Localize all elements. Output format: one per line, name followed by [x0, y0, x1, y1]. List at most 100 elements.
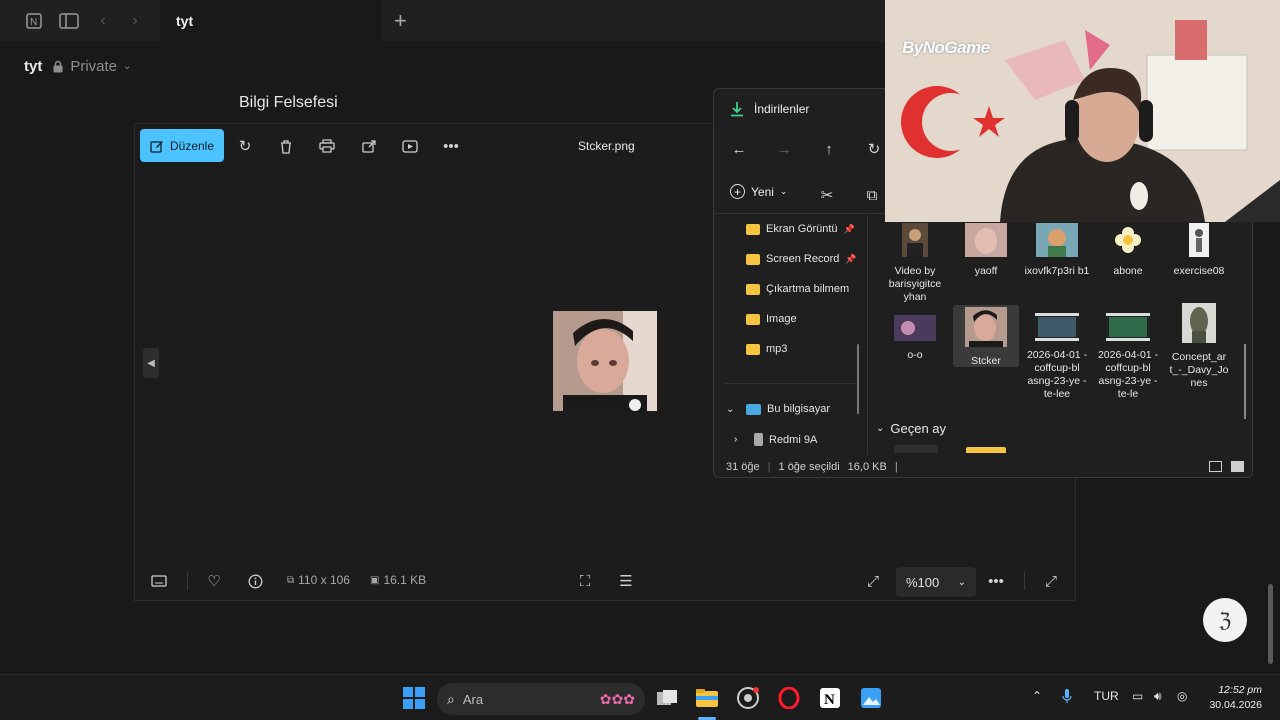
image-thumb-icon: [965, 223, 1007, 257]
explorer-title: İndirilenler: [730, 101, 809, 117]
file-item[interactable]: Concept_ar t_-_Davy_Jo nes: [1166, 303, 1232, 390]
edit-label: Düzenle: [169, 138, 215, 153]
new-label: Yeni: [751, 184, 774, 199]
tab-title: tyt: [176, 13, 194, 29]
pin-icon: 📌: [843, 223, 855, 234]
page-scrollbar[interactable]: [1268, 584, 1273, 664]
workspace-name[interactable]: tyt: [24, 58, 42, 75]
webcam-feed: [885, 0, 1280, 222]
slideshow-icon[interactable]: [400, 136, 420, 156]
file-item[interactable]: 2026-04-01 -coffcup-bl asng-23-ye -te-le…: [1024, 313, 1090, 401]
more-options-icon[interactable]: •••: [986, 571, 1006, 591]
info-icon[interactable]: [245, 571, 265, 591]
favorite-heart-icon[interactable]: ♡: [204, 571, 224, 591]
text-scan-icon[interactable]: ☰: [616, 571, 636, 591]
nav-label: Ekran Görüntü: [766, 223, 838, 235]
file-explorer-icon[interactable]: [694, 685, 720, 711]
new-button[interactable]: + Yeni ⌄: [730, 184, 787, 199]
clock-time: 12:52 pm: [1218, 684, 1262, 696]
cut-icon[interactable]: ✂: [816, 184, 838, 206]
new-tab-plus-icon[interactable]: +: [394, 8, 407, 34]
file-grid: Video by barisyigitce yhan yaoff ixovfk7…: [874, 219, 1244, 454]
help-assistant-button[interactable]: ℨ: [1203, 598, 1247, 642]
folder-icon: [746, 253, 760, 265]
nav-item-screen-record[interactable]: Screen Record 📌: [746, 253, 856, 265]
notion-logo-icon[interactable]: N: [23, 10, 45, 32]
task-view-icon[interactable]: [654, 685, 680, 711]
microphone-icon[interactable]: [1062, 689, 1072, 706]
file-item-selected[interactable]: Stcker: [953, 305, 1019, 367]
file-name: exercise08: [1173, 265, 1225, 277]
more-options-icon[interactable]: •••: [441, 136, 461, 156]
file-item[interactable]: 2026-04-01 -coffcup-bl asng-23-ye -te-le: [1095, 313, 1161, 401]
desktop: N ‹ › tyt + tyt Private ⌄ Bilgi Felsefes…: [0, 0, 1280, 720]
image-thumb-icon: [1036, 223, 1078, 257]
back-arrow-icon[interactable]: ←: [727, 137, 751, 161]
up-arrow-icon[interactable]: ↑: [817, 137, 841, 161]
keyboard-language[interactable]: TUR: [1094, 689, 1119, 703]
tab-tyt[interactable]: tyt: [160, 0, 382, 42]
file-name: Stcker: [971, 355, 1001, 367]
group-header-last-month[interactable]: ⌄ Geçen ay: [876, 421, 946, 436]
zoom-dropdown[interactable]: %100 ⌄: [896, 567, 976, 597]
share-icon[interactable]: [359, 136, 379, 156]
chrome-browser-icon[interactable]: [735, 685, 761, 711]
nav-item-redmi[interactable]: › Redmi 9A: [734, 433, 864, 446]
back-arrow-icon[interactable]: ‹: [92, 10, 114, 32]
system-clock[interactable]: 12:52 pm 30.04.2026: [1198, 683, 1262, 713]
file-item[interactable]: ixovfk7p3ri b1: [1024, 223, 1090, 278]
video-thumb-icon: [1035, 313, 1079, 341]
search-icon: ⌕: [447, 690, 455, 707]
folder-icon: [746, 223, 760, 235]
thumbnail-view-icon[interactable]: [1231, 461, 1244, 472]
lock-icon: [53, 60, 63, 73]
file-item[interactable]: o-o: [882, 315, 948, 362]
nav-item-cikartma[interactable]: Çıkartma bilmem: [746, 283, 856, 295]
page-heading: Bilgi Felsefesi: [239, 94, 338, 111]
sidebar-toggle-icon[interactable]: [58, 10, 80, 32]
speaker-icon[interactable]: 🔊︎: [1154, 689, 1162, 704]
crop-focus-icon[interactable]: ⛶: [575, 571, 595, 591]
edit-button[interactable]: Düzenle: [140, 129, 224, 162]
viewer-status-bar: ♡ ⧉ 110 x 106 ▣ 16.1 KB ⛶ ☰ ⤢ %100 ⌄ •••…: [135, 560, 1075, 602]
forward-arrow-icon[interactable]: ›: [124, 10, 146, 32]
nav-label: Redmi 9A: [769, 433, 818, 446]
disk-icon: ▣: [370, 574, 380, 586]
privacy-menu[interactable]: Private ⌄: [52, 58, 131, 75]
previous-image-button[interactable]: ◀: [143, 348, 159, 378]
dimensions-text: 110 x 106: [298, 573, 350, 587]
display-icon[interactable]: ▭: [1132, 689, 1143, 703]
taskbar-search[interactable]: ⌕ Ara ✿✿✿: [437, 683, 645, 715]
webcam-logo: ByNoGame: [902, 38, 990, 58]
file-item[interactable]: exercise08: [1166, 223, 1232, 278]
notion-app-icon[interactable]: N: [817, 685, 843, 711]
phone-icon: [754, 433, 763, 446]
file-item[interactable]: Video by barisyigitce yhan: [882, 223, 948, 304]
opera-browser-icon[interactable]: [776, 685, 802, 711]
details-view-icon[interactable]: [1209, 461, 1222, 472]
copy-icon[interactable]: ⧉: [861, 184, 883, 206]
zoom-value: %100: [906, 574, 940, 590]
file-item[interactable]: yaoff: [953, 223, 1019, 278]
fullscreen-icon[interactable]: ⤢: [1041, 571, 1061, 591]
filmstrip-icon[interactable]: [149, 571, 169, 591]
photos-app-icon[interactable]: [858, 685, 884, 711]
nav-label: Image: [766, 313, 797, 325]
file-item[interactable]: abone: [1095, 223, 1161, 278]
nav-item-mp3[interactable]: mp3: [746, 343, 856, 355]
image-thumb-icon: [1182, 303, 1216, 343]
print-icon[interactable]: [317, 136, 337, 156]
start-windows-icon[interactable]: [401, 685, 427, 711]
nav-item-image[interactable]: Image: [746, 313, 856, 325]
chevron-up-icon[interactable]: ⌃: [1032, 689, 1042, 703]
network-icon[interactable]: ◎: [1177, 689, 1187, 703]
fit-to-window-icon[interactable]: ⤢: [863, 571, 883, 591]
delete-icon[interactable]: [276, 136, 296, 156]
video-thumb-icon: [1106, 313, 1150, 341]
rotate-icon[interactable]: ↻: [235, 136, 255, 156]
forward-arrow-icon[interactable]: →: [772, 137, 796, 161]
explorer-status-bar: 31 öğe | 1 öğe seçildi 16,0 KB |: [726, 461, 898, 473]
nav-item-ekran-goruntu[interactable]: Ekran Görüntü 📌: [746, 223, 856, 235]
refresh-icon[interactable]: ↻: [862, 137, 886, 161]
nav-item-this-pc[interactable]: ⌄ Bu bilgisayar: [726, 403, 866, 415]
